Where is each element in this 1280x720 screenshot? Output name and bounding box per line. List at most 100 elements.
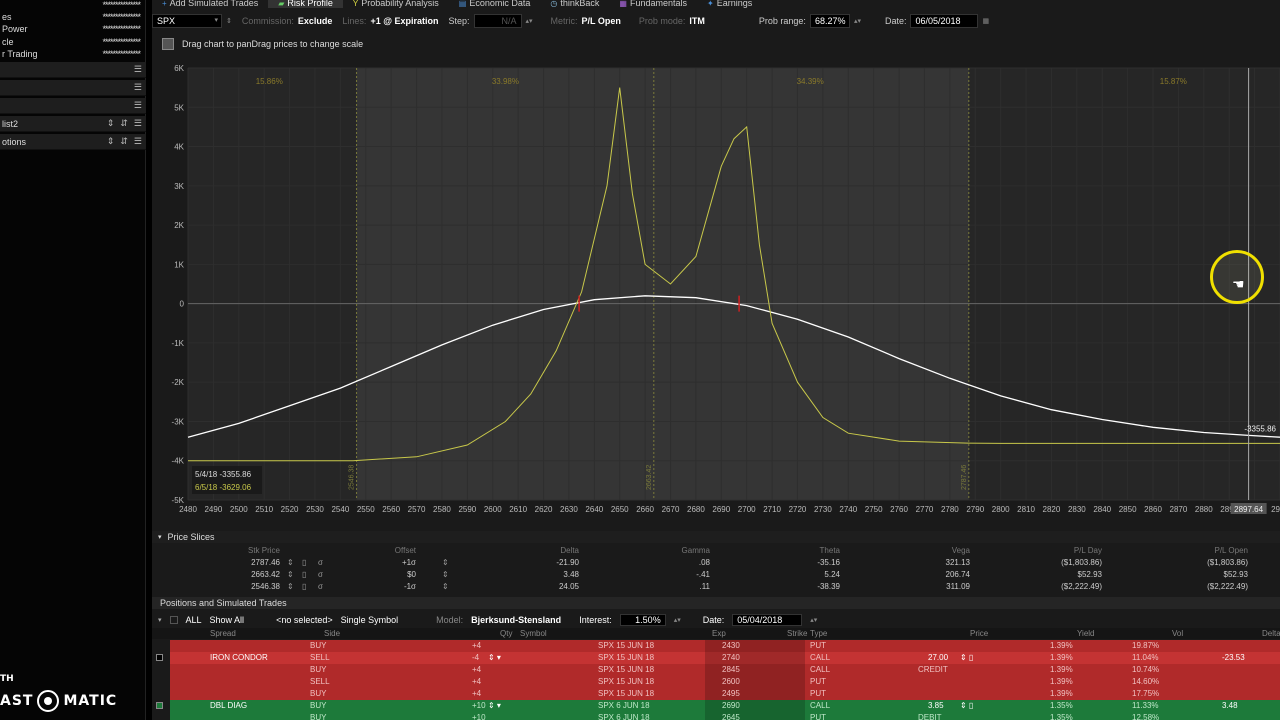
lines-select[interactable]: +1 @ Expiration [370,16,438,26]
lock-icon[interactable]: ▴▾ [674,616,681,624]
tab-earnings[interactable]: ✦ Earnings [697,0,762,8]
positions-column-label[interactable]: Spread [210,629,236,638]
x-tick-label: 2570 [408,505,426,514]
positions-column-label[interactable]: Vol [1172,629,1183,638]
slice-cell[interactable]: 2787.46 [251,558,280,567]
position-row[interactable]: BUY +10 SPX 6 JUN 18 2645 PUT DEBIT 1.35% 12.58… [170,712,1280,720]
positions-column-label[interactable]: Symbol [520,629,547,638]
model-select[interactable]: Bjerksund-Stensland [471,615,561,625]
slice-cell[interactable]: $0 [407,570,416,579]
risk-profile-chart[interactable]: 2480 2490 2500 2510 2520 2530 2540 2550 2560 2570… [152,60,1280,520]
sidebar-panel[interactable]: ☰ [0,62,146,78]
lock-icon[interactable]: ▯ [302,582,306,591]
positions-column-label[interactable]: Strike [787,629,807,638]
menu-icon[interactable]: ☰ [134,118,142,129]
sidebar-panel[interactable]: ☰ [0,98,146,114]
zoom-icon[interactable] [162,38,174,50]
metric-select[interactable]: P/L Open [582,16,621,26]
price-lock-icon[interactable]: ⇕ ▯ [960,653,973,662]
link-icon[interactable]: ⇵ [120,136,128,147]
prob-mode-select[interactable]: ITM [689,16,705,26]
step-input[interactable]: N/A [473,14,522,28]
sigma-icon[interactable]: σ [318,582,323,591]
y-tick-label: 2K [174,221,184,230]
position-row[interactable]: SELL +4 SPX 15 JUN 18 2600 PUT 1.39% 14.60% [170,676,1280,688]
menu-icon[interactable]: ☰ [134,82,142,93]
position-row[interactable]: BUY +4 SPX 15 JUN 18 2495 PUT 1.39% 17.75% [170,688,1280,700]
symbol-input[interactable]: SPX ▾ [152,14,222,28]
collapse-icon[interactable]: ▾ [158,616,162,624]
tab-risk-profile[interactable]: ▰ Risk Profile [268,0,343,8]
position-row[interactable]: IRON CONDOR SELL -4 SPX 15 JUN 18 2740 CALL 27… [156,652,1280,664]
account-row: Power *************** [2,23,141,34]
prob-range-input[interactable]: 68.27% [809,14,850,28]
strike-cell-bg [705,664,805,676]
spinner-icon[interactable]: ⇕ [442,582,449,591]
positions-column-label[interactable]: Exp [712,629,726,638]
tab-thinkback[interactable]: ◷ thinkBack [540,0,609,8]
date-input[interactable]: 06/05/2018 [910,14,979,28]
positions-column-label[interactable]: Yield [1077,629,1095,638]
x-tick-label: 2530 [306,505,324,514]
calendar-icon[interactable]: ▦ [982,17,989,25]
slice-cell[interactable]: -1σ [404,582,416,591]
sidebar-panel-list2[interactable]: list2 ⇕ ⇵ ☰ [0,116,146,132]
tab-probability-analysis[interactable]: Y Probability Analysis [343,0,449,8]
side-cell: BUY [310,701,327,710]
spinner-icon[interactable]: ⇕ [442,558,449,567]
sigma-icon[interactable]: σ [318,558,323,567]
positions-column-label[interactable]: Side [324,629,340,638]
position-row[interactable]: BUY +4 SPX 15 JUN 18 2430 PUT 1.39% 19.87% [170,640,1280,652]
sidebar-panel[interactable]: ☰ [0,80,146,96]
menu-icon[interactable]: ☰ [134,64,142,75]
spinner-icon[interactable]: ⇕ [287,558,294,567]
selected-select[interactable]: <no selected> [276,615,333,625]
qty-spinner-icon[interactable]: ⇕ ▾ [488,701,501,710]
spinner-icon[interactable]: ⇕ [107,136,115,147]
slice-cell: ($2,222.49) [1061,582,1102,591]
tab-fundamentals[interactable]: ▦ Fundamentals [609,0,697,8]
show-all-select[interactable]: Show All [210,615,245,625]
sidebar-panel-options[interactable]: otions ⇕ ⇵ ☰ [0,134,146,150]
interest-input[interactable]: 1.50% [619,614,666,626]
price-lock-icon[interactable]: ⇕ ▯ [960,701,973,710]
qty-cell: +4 [472,689,482,698]
spinner-icon[interactable]: ⇕ [287,570,294,579]
spinner-icon[interactable]: ⇕ [107,118,115,129]
tab-economic-data[interactable]: ▤ Economic Data [449,0,541,8]
select-all-checkbox[interactable] [169,616,178,624]
link-icon[interactable]: ⇵ [120,118,128,129]
lock-icon[interactable]: ▯ [302,570,306,579]
position-row[interactable]: BUY +4 SPX 15 JUN 18 2845 CALL CREDIT 1.39% 10.… [170,664,1280,676]
position-row[interactable]: DBL DIAG BUY +10 SPX 6 JUN 18 2690 CALL 3.85 1.… [156,700,1280,712]
positions-column-label[interactable]: Qty [500,629,512,638]
spinner-icon[interactable]: ▴▾ [526,17,533,25]
qty-spinner-icon[interactable]: ⇕ ▾ [488,653,501,662]
positions-column-label[interactable]: Price [970,629,988,638]
spinner-icon[interactable]: ▴▾ [810,616,817,624]
tab-add-simulated-trades[interactable]: + Add Simulated Trades [152,0,268,8]
positions-column-label[interactable]: Delta [1262,629,1280,638]
x-tick-label: 2720 [789,505,807,514]
slice-cell[interactable]: 2546.38 [251,582,280,591]
spinner-icon[interactable]: ⇕ [442,570,449,579]
x-tick-label: 2670 [662,505,680,514]
price-slices-header[interactable]: ▾ Price Slices [152,531,1280,543]
menu-icon[interactable]: ☰ [134,100,142,111]
collapse-icon[interactable]: ▾ [158,533,162,541]
dropdown-icon: ▾ [214,17,218,24]
spinner-icon[interactable]: ▴▾ [854,17,861,25]
slice-cell[interactable]: +1σ [402,558,416,567]
row-checkbox[interactable] [156,654,163,661]
single-symbol-select[interactable]: Single Symbol [341,615,399,625]
row-checkbox[interactable] [156,702,163,709]
position-date-input[interactable]: 05/04/2018 [732,614,803,626]
commission-select[interactable]: Exclude [298,16,333,26]
positions-column-label[interactable]: Type [810,629,827,638]
slice-cell[interactable]: 2663.42 [251,570,280,579]
menu-icon[interactable]: ☰ [134,136,142,147]
sigma-icon[interactable]: σ [318,570,323,579]
lock-icon[interactable]: ⇕ [226,17,232,25]
lock-icon[interactable]: ▯ [302,558,306,567]
spinner-icon[interactable]: ⇕ [287,582,294,591]
